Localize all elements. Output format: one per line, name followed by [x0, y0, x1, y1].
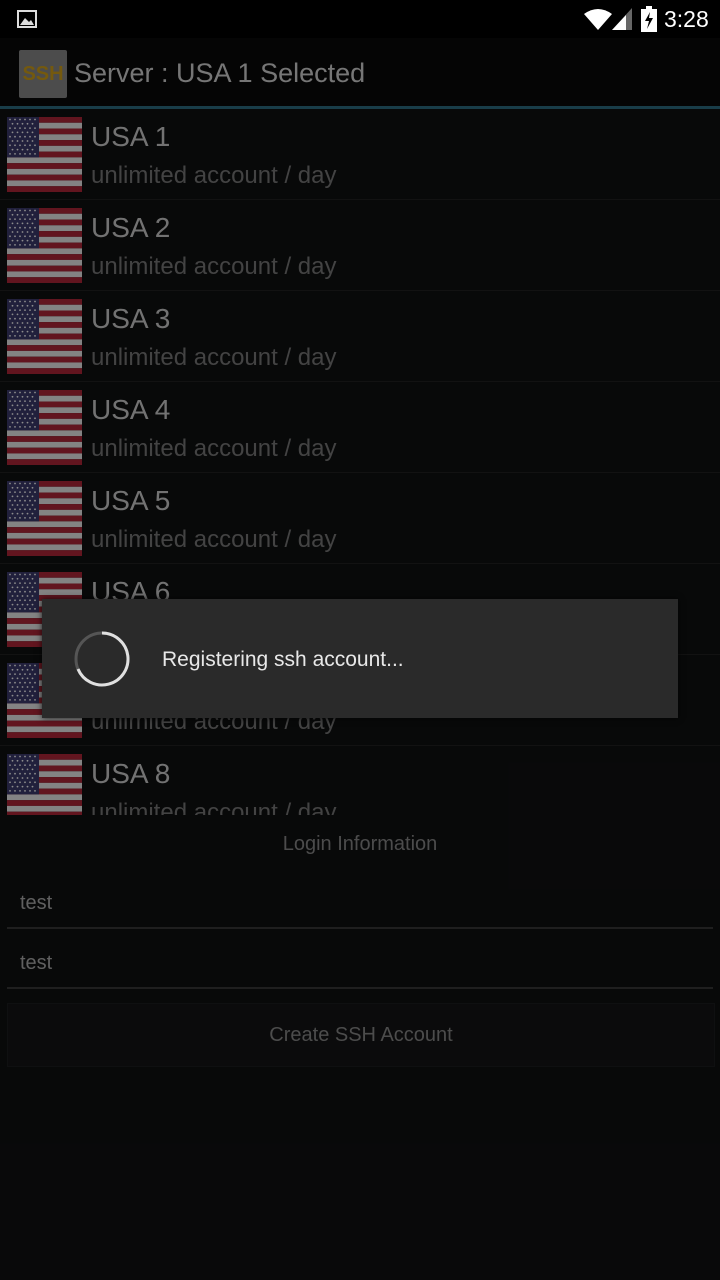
progress-dialog: Registering ssh account...	[42, 599, 678, 718]
gallery-icon	[17, 10, 37, 28]
signal-icon	[612, 8, 632, 30]
wifi-icon	[584, 9, 612, 30]
loading-spinner-icon	[74, 631, 130, 687]
dialog-message: Registering ssh account...	[162, 648, 404, 671]
clock: 3:28	[664, 6, 709, 32]
status-bar: 3:28	[0, 0, 720, 38]
battery-charging-icon	[641, 6, 657, 32]
